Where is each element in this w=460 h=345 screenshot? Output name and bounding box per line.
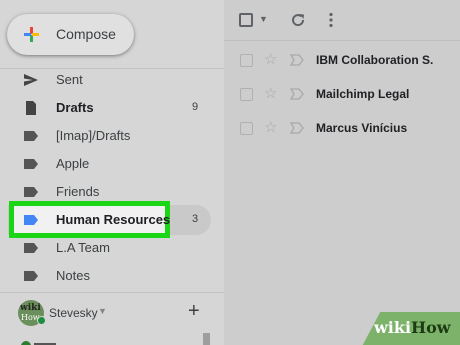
star-icon[interactable]: ☆ <box>264 86 277 101</box>
sidebar-item-imap-drafts[interactable]: [Imap]/Drafts <box>0 122 224 150</box>
draft-file-icon <box>26 101 36 115</box>
compose-button[interactable]: Compose <box>7 14 134 55</box>
watermark-logo: wikiHow <box>374 318 451 337</box>
importance-marker-icon[interactable] <box>290 54 304 66</box>
sidebar-item-label: Apple <box>56 156 90 171</box>
caret-down-icon[interactable]: ▼ <box>98 306 107 316</box>
sidebar-item-label: [Imap]/Drafts <box>56 128 131 143</box>
email-sender: Mailchimp Legal <box>316 87 410 101</box>
partial-list-item <box>21 341 56 345</box>
watermark-how: How <box>411 318 451 337</box>
email-row[interactable]: ☆ Marcus Vinícius <box>224 111 460 145</box>
divider <box>224 40 460 41</box>
more-vertical-icon[interactable] <box>328 12 334 28</box>
label-icon <box>24 215 38 225</box>
unread-count: 9 <box>192 101 199 113</box>
caret-down-icon[interactable]: ▼ <box>259 14 268 24</box>
row-checkbox[interactable] <box>240 122 253 135</box>
sidebar-item-label: Human Resources <box>56 212 171 227</box>
user-name[interactable]: Stevesky <box>49 306 98 320</box>
email-row[interactable]: ☆ Mailchimp Legal <box>224 77 460 111</box>
importance-marker-icon[interactable] <box>290 88 304 100</box>
sidebar-item-notes[interactable]: Notes <box>0 262 224 290</box>
label-icon <box>24 187 38 197</box>
label-icon <box>24 131 38 141</box>
email-row[interactable]: ☆ IBM Collaboration S. <box>224 43 460 77</box>
sidebar-item-label: Sent <box>56 72 83 87</box>
message-list-pane: ▼ ☆ IBM Collaboration S. ☆ Mailchimp Leg… <box>224 0 460 345</box>
sidebar-item-label: Notes <box>56 268 90 283</box>
label-icon <box>24 159 38 169</box>
add-icon[interactable]: + <box>188 301 200 321</box>
row-checkbox[interactable] <box>240 54 253 67</box>
sidebar-item-label: L.A Team <box>56 240 110 255</box>
avatar-text: wiki <box>20 303 41 313</box>
sidebar-item-human-resources[interactable]: Human Resources 3 <box>0 206 224 234</box>
star-icon[interactable]: ☆ <box>264 120 277 135</box>
sidebar-item-label: Friends <box>56 184 100 199</box>
sidebar-item-la-team[interactable]: L.A Team <box>0 234 224 262</box>
importance-marker-icon[interactable] <box>290 122 304 134</box>
label-icon <box>24 271 38 281</box>
sidebar-item-sent[interactable]: Sent <box>0 66 224 94</box>
label-icon <box>24 243 38 253</box>
email-sender: Marcus Vinícius <box>316 121 408 135</box>
plus-icon <box>24 27 39 42</box>
unread-count: 3 <box>192 213 199 225</box>
sidebar-item-label: Drafts <box>56 100 94 115</box>
send-icon <box>24 74 38 86</box>
sidebar: Compose Sent Drafts 9 [Imap]/Drafts Appl… <box>0 0 224 345</box>
select-all-checkbox[interactable] <box>239 13 253 27</box>
scrollbar-thumb[interactable] <box>203 333 210 345</box>
online-status-dot <box>37 316 46 325</box>
row-checkbox[interactable] <box>240 88 253 101</box>
refresh-icon[interactable] <box>290 12 306 28</box>
email-sender: IBM Collaboration S. <box>316 53 434 67</box>
compose-label: Compose <box>56 26 116 42</box>
divider <box>0 292 224 293</box>
sidebar-item-friends[interactable]: Friends <box>0 178 224 206</box>
sidebar-item-drafts[interactable]: Drafts 9 <box>0 94 224 122</box>
sidebar-item-apple[interactable]: Apple <box>0 150 224 178</box>
watermark-wiki: wiki <box>374 318 412 337</box>
star-icon[interactable]: ☆ <box>264 52 277 67</box>
